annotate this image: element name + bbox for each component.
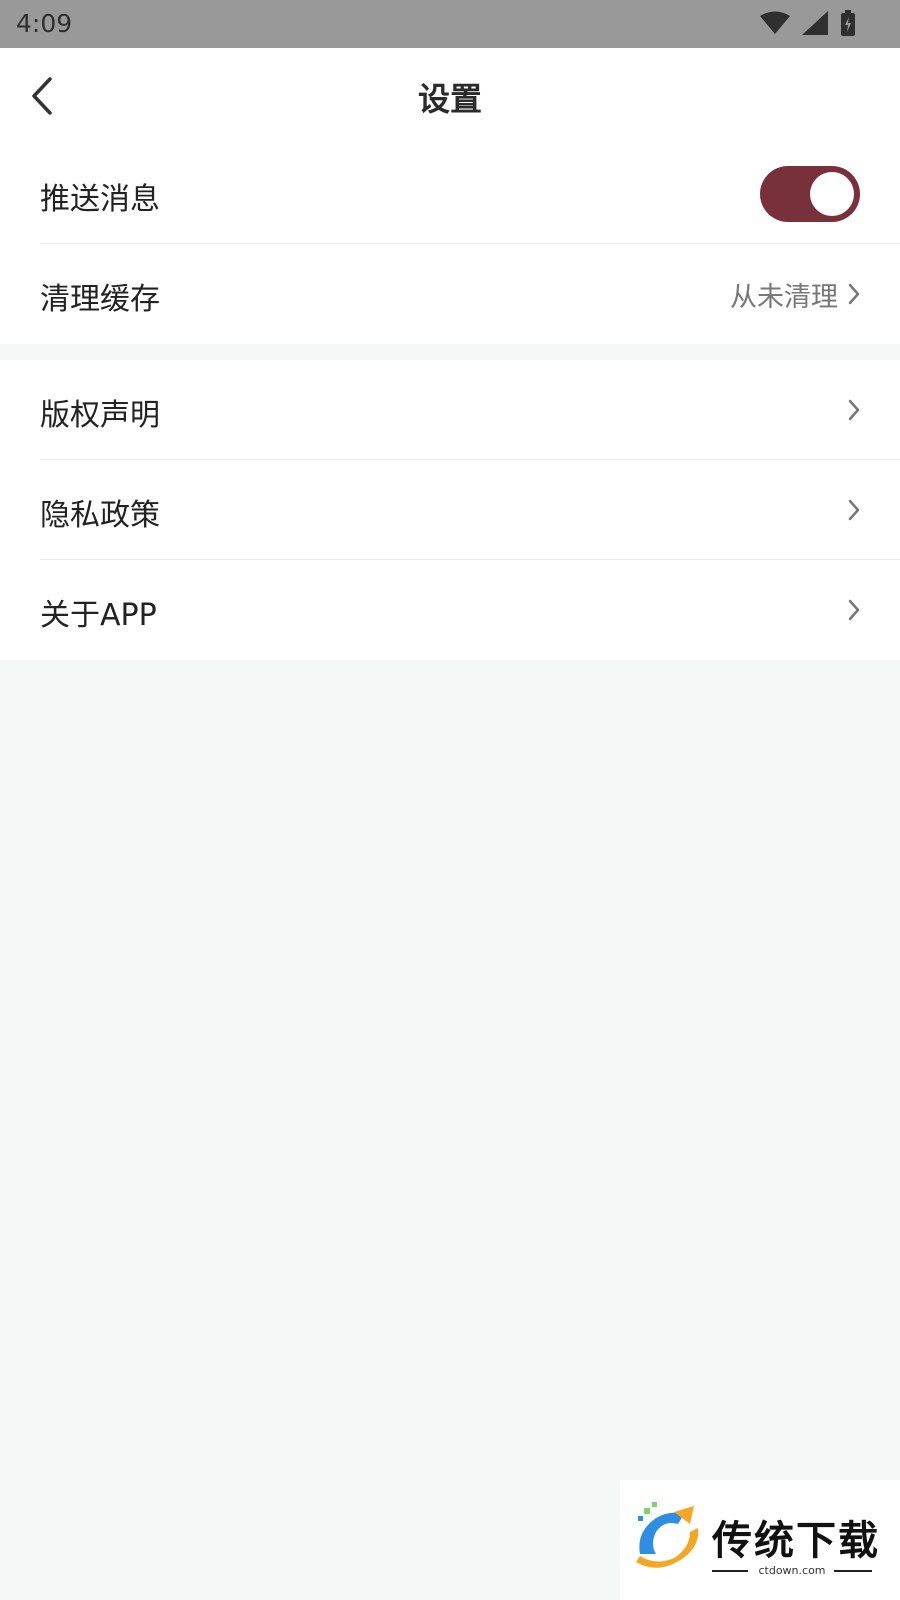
row-label-privacy: 隐私政策 xyxy=(40,498,160,533)
chevron-right-icon xyxy=(848,283,860,305)
watermark-line-right xyxy=(834,1570,872,1572)
settings-group-2: 版权声明 隐私政策 关于APP xyxy=(0,360,900,660)
chevron-right-icon xyxy=(848,599,860,621)
battery-charging-icon xyxy=(841,10,855,36)
watermark-logo: 传统下载 ctdown.com xyxy=(620,1480,900,1600)
wifi-icon xyxy=(760,11,790,34)
status-bar: 4:09 xyxy=(0,0,900,48)
page-title: 设置 xyxy=(417,80,482,118)
row-about-app[interactable]: 关于APP xyxy=(0,560,900,660)
row-label-copyright: 版权声明 xyxy=(40,398,160,433)
row-copyright[interactable]: 版权声明 xyxy=(0,360,900,460)
watermark-text: 传统下载 xyxy=(712,1518,880,1564)
clear-cache-status: 从未清理 xyxy=(730,282,838,313)
chevron-right-icon xyxy=(848,499,860,521)
row-privacy-policy[interactable]: 隐私政策 xyxy=(0,460,900,560)
ctdown-logo-icon xyxy=(636,1502,699,1568)
row-label-clear-cache: 清理缓存 xyxy=(40,282,160,317)
row-clear-cache[interactable]: 清理缓存 从未清理 xyxy=(0,244,900,344)
row-label-push: 推送消息 xyxy=(40,182,160,217)
status-time: 4:09 xyxy=(16,9,73,38)
chevron-right-icon xyxy=(848,399,860,421)
app-bar: 设置 xyxy=(0,48,900,144)
push-notification-toggle[interactable] xyxy=(760,166,860,222)
toggle-knob xyxy=(810,172,854,216)
signal-icon xyxy=(802,11,828,35)
row-push-notifications: 推送消息 xyxy=(0,144,900,244)
row-label-about: 关于APP xyxy=(40,598,157,633)
settings-group-1: 推送消息 清理缓存 从未清理 xyxy=(0,144,900,344)
status-icons xyxy=(760,10,856,36)
